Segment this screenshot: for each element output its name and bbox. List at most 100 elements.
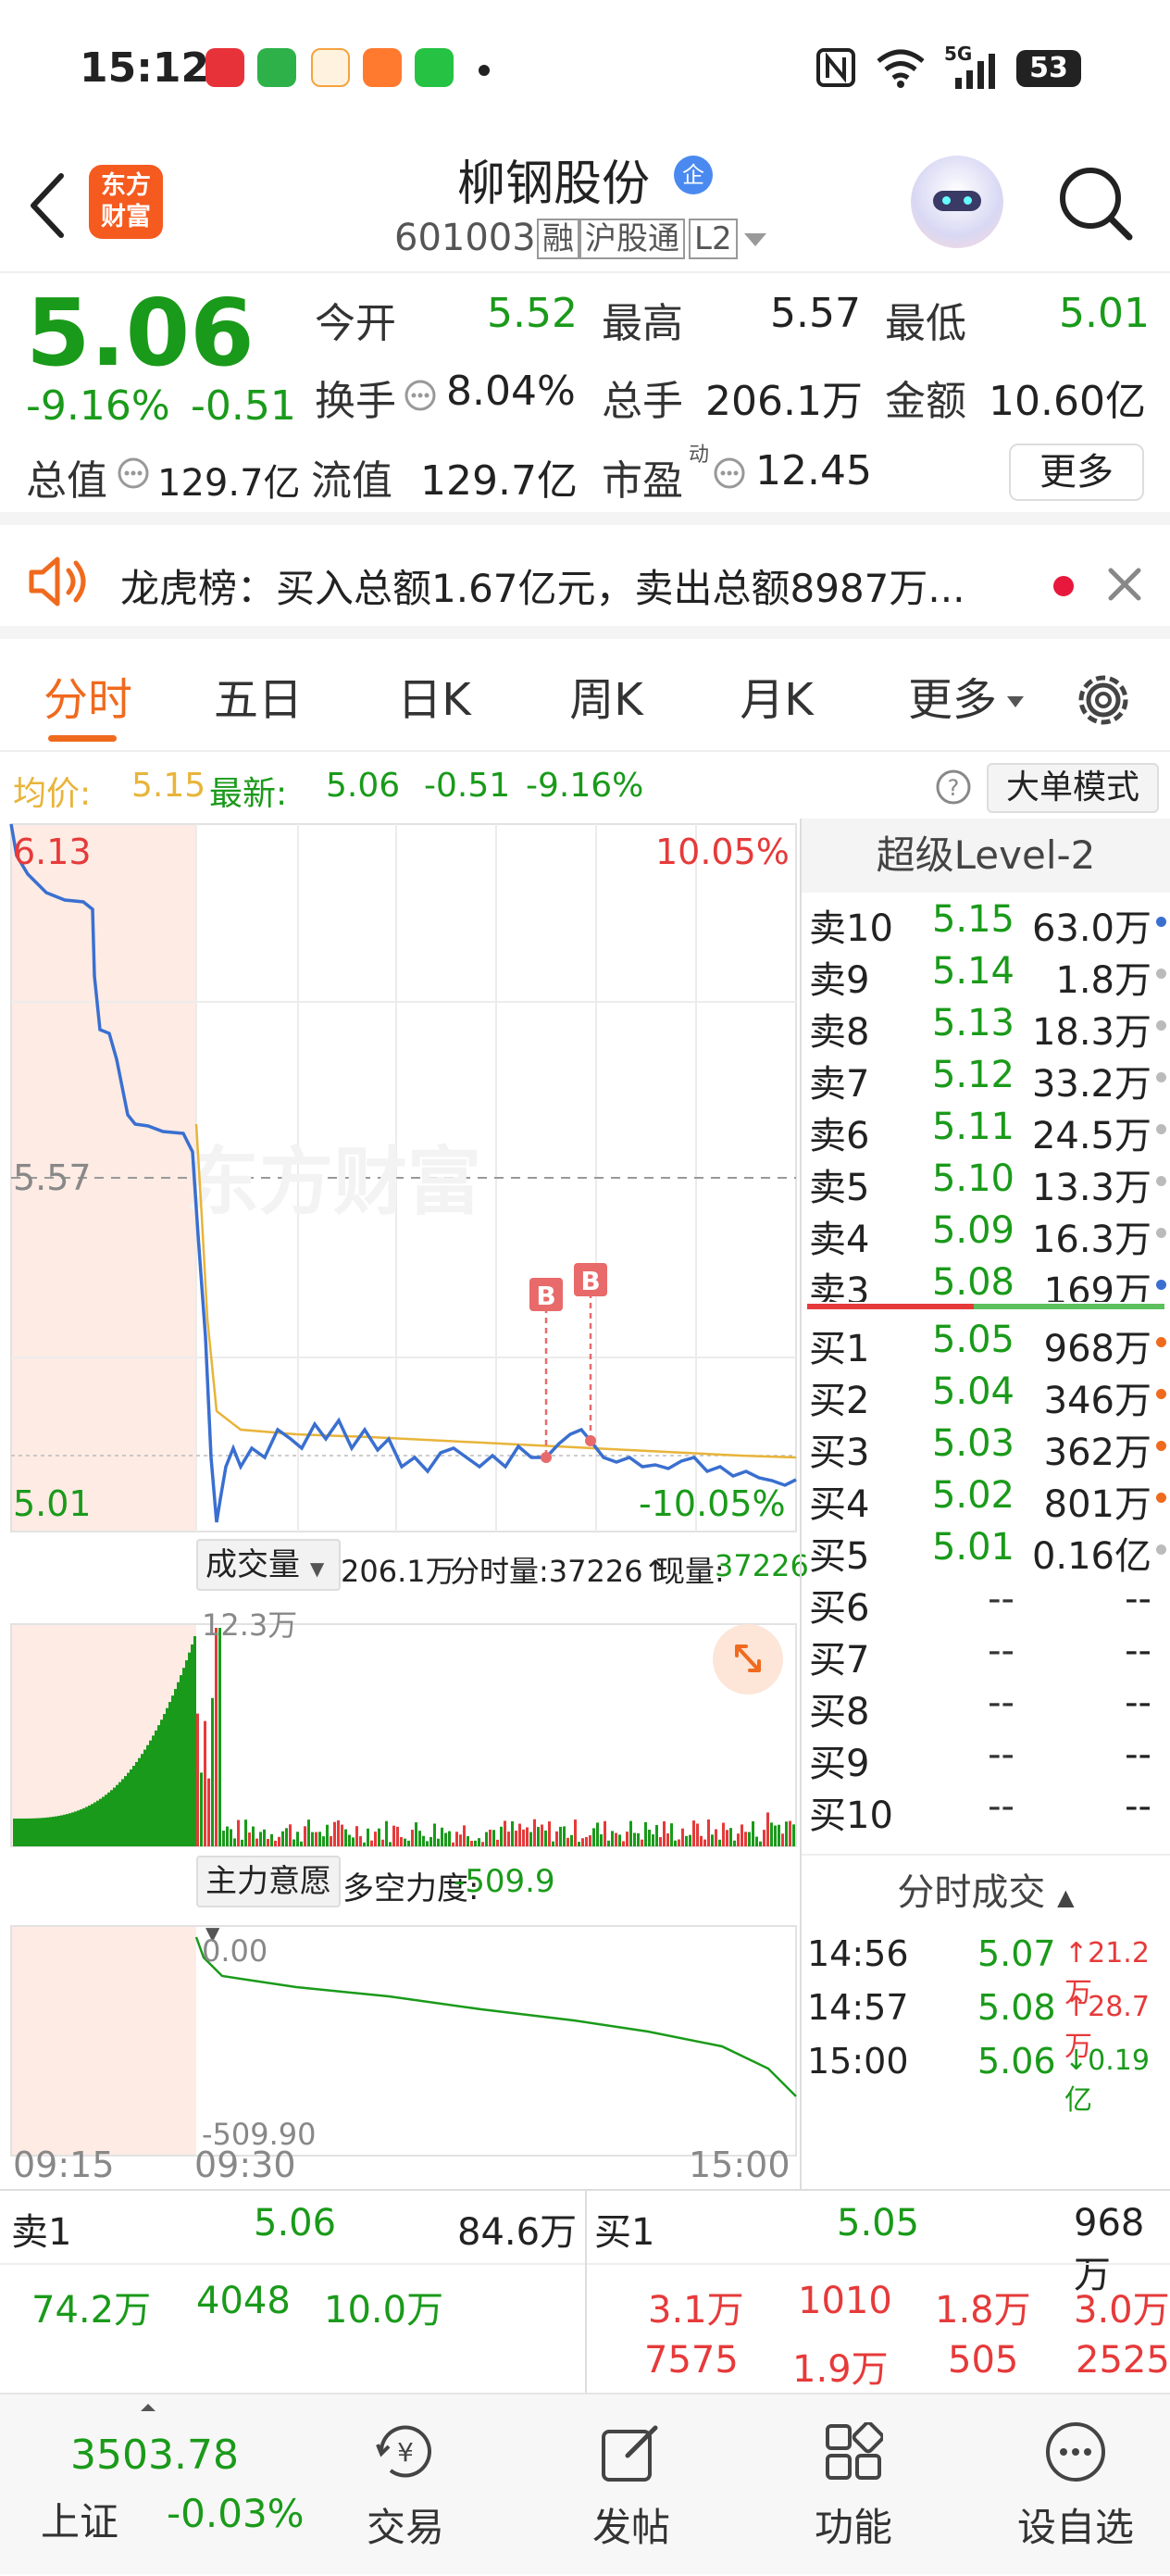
- volume-bar: [459, 1834, 462, 1846]
- ask-row[interactable]: 卖7 5.12 33.2万: [802, 1050, 1170, 1106]
- info-icon[interactable]: [117, 456, 150, 490]
- volume-bar: [311, 1832, 314, 1846]
- volume-bar: [604, 1820, 606, 1846]
- bottom-quote-panel: 卖1 5.06 84.6万 74.2万 4048 10.0万 买1 5.05 9…: [0, 2189, 1170, 2395]
- expand-icon: [735, 1644, 761, 1672]
- buy-marker-2[interactable]: B: [574, 1263, 607, 1446]
- tab-more[interactable]: 更多: [892, 648, 1013, 752]
- nav-post[interactable]: 发帖: [539, 2395, 724, 2576]
- bid-row[interactable]: 买9 -- --: [802, 1730, 1170, 1785]
- chevron-down-icon[interactable]: [1005, 694, 1026, 709]
- trades-header[interactable]: 分时成交 ▲: [802, 1854, 1170, 1928]
- float-cap-label: 流值: [311, 457, 392, 505]
- volume-bar: [389, 1842, 392, 1846]
- volume-bar: [32, 1818, 35, 1846]
- search-icon[interactable]: [1055, 163, 1135, 243]
- bid-row[interactable]: 买8 -- --: [802, 1678, 1170, 1733]
- info-icon[interactable]: [713, 456, 746, 490]
- bid-row[interactable]: 买2 5.04 346万: [802, 1367, 1170, 1422]
- expand-button[interactable]: [713, 1624, 783, 1694]
- tab-five-day[interactable]: 五日: [198, 648, 318, 752]
- svg-text:¥: ¥: [397, 2437, 414, 2468]
- buy-marker-1[interactable]: B: [529, 1278, 563, 1463]
- volume-bar: [259, 1832, 262, 1846]
- bottom-divider: [585, 2191, 587, 2395]
- bid-row[interactable]: 买7 -- --: [802, 1626, 1170, 1682]
- app-logo[interactable]: 东方 财富: [89, 165, 163, 239]
- volume-bar: [592, 1828, 595, 1846]
- volume-bar: [674, 1840, 677, 1846]
- volume-bar: [278, 1836, 280, 1846]
- ask-row[interactable]: 卖4 5.09 16.3万: [802, 1206, 1170, 1261]
- volume-bar: [526, 1827, 529, 1846]
- volume-bar: [315, 1832, 317, 1846]
- order-dot-icon: [1156, 1176, 1166, 1186]
- chevron-down-icon[interactable]: [742, 231, 768, 248]
- bid-row[interactable]: 买4 5.02 801万: [802, 1470, 1170, 1526]
- index-name[interactable]: 上证: [41, 2491, 118, 2547]
- chevron-down-icon: ▼: [309, 1557, 325, 1580]
- bid-row[interactable]: 买6 -- --: [802, 1574, 1170, 1630]
- back-arrow-icon[interactable]: [26, 172, 67, 239]
- ask-row[interactable]: 卖3 5.08 169万: [802, 1257, 1170, 1302]
- ask-row[interactable]: 卖9 5.14 1.8万: [802, 946, 1170, 1002]
- volume-bar: [359, 1836, 362, 1846]
- bid-row[interactable]: 买10 -- --: [802, 1782, 1170, 1837]
- nav-add-watchlist[interactable]: 设自选: [983, 2395, 1168, 2576]
- index-pct[interactable]: -0.03%: [167, 2491, 305, 2536]
- trade-time: 14:57: [807, 1987, 909, 2028]
- volume-bar: [24, 1818, 27, 1846]
- bid-row[interactable]: 买1 5.05 968万: [802, 1315, 1170, 1370]
- volume-bar: [289, 1824, 292, 1846]
- bid-label: 买6: [809, 1587, 870, 1630]
- ask-row[interactable]: 卖5 5.10 13.3万: [802, 1154, 1170, 1209]
- volume-bar: [326, 1824, 329, 1846]
- bid-row[interactable]: 买5 5.01 0.16亿: [802, 1522, 1170, 1578]
- volume-bar: [707, 1819, 710, 1846]
- volume-bar: [333, 1821, 336, 1846]
- chevron-up-icon[interactable]: [139, 2402, 157, 2413]
- nav-functions[interactable]: 功能: [761, 2395, 946, 2576]
- signal-icon: [955, 54, 995, 89]
- stock-name[interactable]: 柳钢股份: [457, 144, 650, 214]
- bid-row[interactable]: 买3 5.03 362万: [802, 1419, 1170, 1474]
- volume-bar: [596, 1822, 599, 1846]
- gear-icon[interactable]: [1074, 670, 1133, 730]
- level2-title[interactable]: 超级Level-2: [802, 819, 1170, 893]
- pct-high-label: 10.05%: [655, 832, 790, 872]
- volume-bar: [696, 1823, 699, 1846]
- intraday-chart[interactable]: 东方财富 B B 6.13 10.05% 5.57 5.01 -10.05% 成…: [0, 819, 809, 2189]
- quote-panel: 5.06 -9.16% -0.51 今开 5.52 最高 5.57 最低 5.0…: [0, 275, 1170, 525]
- tab-weekly-k[interactable]: 周K: [546, 648, 666, 752]
- close-icon[interactable]: [1105, 565, 1144, 604]
- ask-row[interactable]: 卖10 5.15 63.0万: [802, 894, 1170, 950]
- edit-icon: [602, 2425, 658, 2482]
- nav-add-watchlist-label: 设自选: [1016, 2505, 1134, 2550]
- big-order-mode-button[interactable]: 大单模式: [987, 763, 1159, 813]
- chart-tabs: 分时 五日 日K 周K 月K 更多: [0, 648, 1170, 752]
- total-volume-label: 总手: [602, 378, 683, 425]
- nav-trade[interactable]: ¥ 交易: [313, 2395, 498, 2576]
- volume-bar: [663, 1820, 666, 1846]
- bid-detail-2-3: 505: [948, 2339, 1019, 2382]
- volume-bar: [733, 1840, 736, 1846]
- ask-row[interactable]: 卖8 5.13 18.3万: [802, 998, 1170, 1054]
- volume-bar: [729, 1828, 732, 1846]
- volume-bar: [152, 1735, 155, 1846]
- more-button[interactable]: 更多: [1009, 444, 1144, 501]
- price-high-label: 6.13: [13, 832, 92, 872]
- volume-bar: [160, 1719, 163, 1846]
- volume-bar: [622, 1841, 625, 1846]
- ask-row[interactable]: 卖6 5.11 24.5万: [802, 1102, 1170, 1157]
- notice-bar[interactable]: 龙虎榜：买入总额1.67亿元，卖出总额8987万...: [0, 530, 1170, 639]
- avg-label: 均价:: [13, 775, 92, 813]
- force-selector[interactable]: 主力意愿 ▼: [196, 1856, 341, 1945]
- info-icon[interactable]: [404, 379, 437, 412]
- tab-monthly-k[interactable]: 月K: [716, 648, 837, 752]
- tab-daily-k[interactable]: 日K: [374, 648, 494, 752]
- notice-text[interactable]: 龙虎榜：买入总额1.67亿元，卖出总额8987万...: [120, 557, 965, 614]
- volume-selector[interactable]: 成交量 ▼: [196, 1539, 341, 1591]
- robot-assistant-icon[interactable]: [911, 156, 1003, 248]
- index-value[interactable]: 3503.78: [70, 2432, 239, 2479]
- help-icon[interactable]: ?: [935, 769, 972, 806]
